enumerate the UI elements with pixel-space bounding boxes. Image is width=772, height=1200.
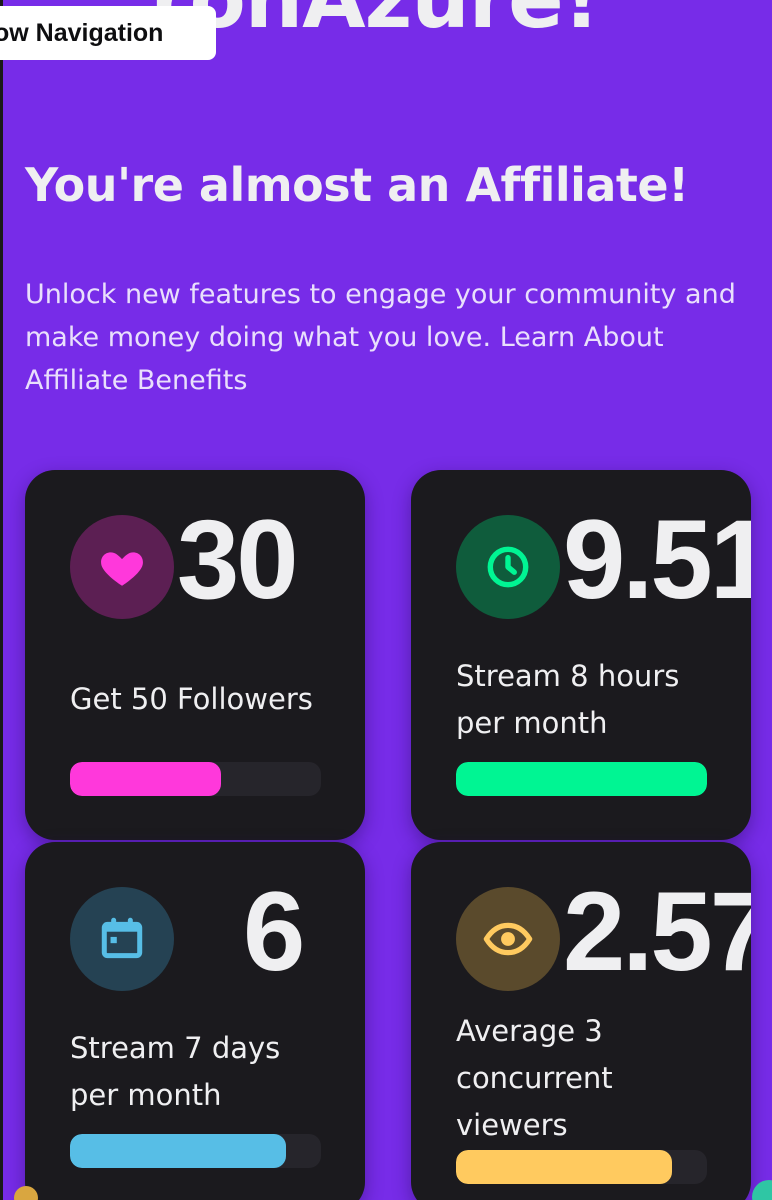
- viewers-card: 2.57 Average 3 concurrent viewers: [411, 842, 751, 1200]
- viewers-goal-label: Average 3 concurrent viewers: [456, 1014, 613, 1142]
- eye-icon: [483, 922, 533, 956]
- affiliate-description: Unlock new features to engage your commu…: [25, 273, 755, 402]
- affiliate-headline: You're almost an Affiliate!: [25, 158, 689, 212]
- stream-hours-progress-track: [456, 762, 707, 796]
- channel-title: ronAzure!: [150, 0, 600, 47]
- stream-days-card: 6 Stream 7 days per month: [25, 842, 365, 1200]
- stream-days-icon-circle: [70, 887, 174, 991]
- stream-hours-icon-circle: [456, 515, 560, 619]
- followers-count: 30: [177, 497, 299, 622]
- stream-hours-goal-label: Stream 8 hours per month: [456, 659, 680, 740]
- viewers-progress-track: [456, 1150, 707, 1184]
- calendar-icon: [101, 917, 143, 959]
- viewers-count: 2.57: [563, 869, 751, 994]
- viewers-progress-fill: [456, 1150, 672, 1184]
- heart-icon: [101, 552, 143, 586]
- show-navigation-button[interactable]: ow Navigation: [0, 6, 216, 60]
- left-edge-divider: [0, 0, 3, 1200]
- stream-days-progress-track: [70, 1134, 321, 1168]
- stream-days-goal-label: Stream 7 days per month: [70, 1031, 281, 1112]
- followers-goal-label: Get 50 Followers: [70, 682, 313, 716]
- followers-progress-track: [70, 762, 321, 796]
- followers-card: 30 Get 50 Followers: [25, 470, 365, 840]
- partial-avatar-right: [752, 1180, 772, 1200]
- viewers-icon-circle: [456, 887, 560, 991]
- stream-days-count: 6: [243, 869, 305, 994]
- stream-hours-progress-fill: [456, 762, 707, 796]
- followers-icon-circle: [70, 515, 174, 619]
- stream-days-progress-fill: [70, 1134, 286, 1168]
- stream-hours-card: 9.51 Stream 8 hours per month: [411, 470, 751, 840]
- followers-progress-fill: [70, 762, 221, 796]
- clock-icon: [487, 546, 529, 588]
- stream-hours-count: 9.51: [563, 497, 751, 622]
